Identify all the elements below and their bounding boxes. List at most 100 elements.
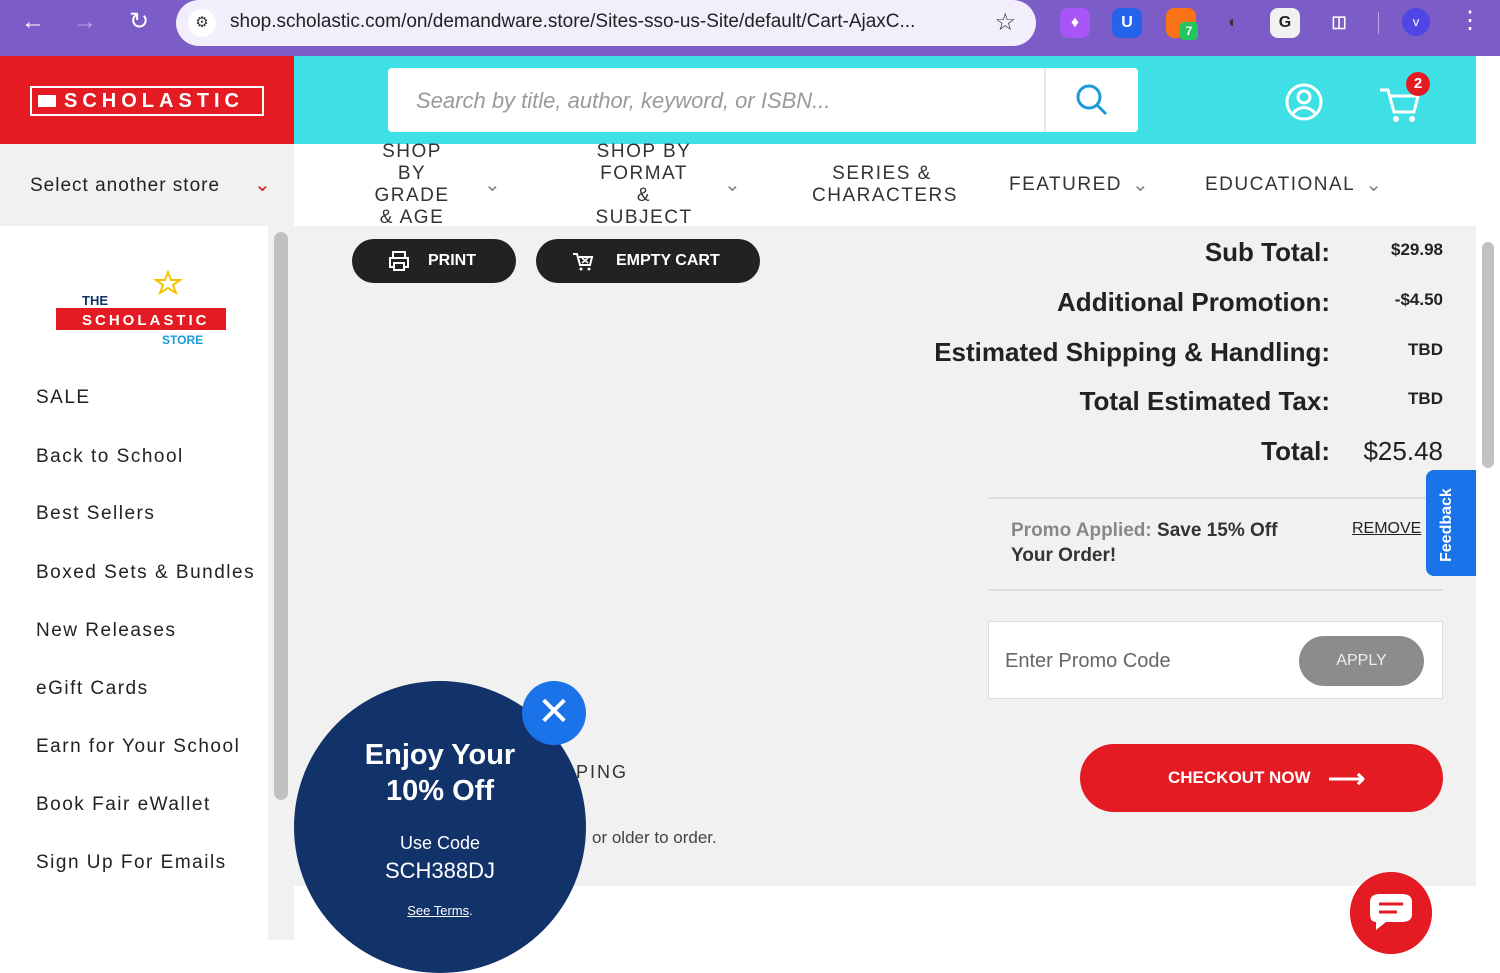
chevron-down-icon: ⌄ [1131,174,1151,196]
search-input[interactable]: Search by title, author, keyword, or ISB… [416,88,831,114]
checkout-label: CHECKOUT NOW [1168,768,1311,787]
extension-icon[interactable]: 7 [1166,8,1198,40]
feedback-label: Feedback [1438,488,1455,562]
sidebar-item-sale[interactable]: SALE [36,387,91,409]
see-terms-link[interactable]: See Terms [407,903,469,918]
subtotal-label: Sub Total: [1204,237,1330,267]
extension-badge: 7 [1180,22,1198,40]
nav-educational[interactable]: EDUCATIONAL ⌄ [1205,144,1395,226]
remove-promo-link[interactable]: REMOVE [1352,520,1421,538]
nav-label: SHOP BY GRADE & AGE [374,141,450,228]
chat-icon[interactable] [1350,872,1432,954]
chevron-down-icon: ⌄ [254,174,271,196]
sidebar-item-book-fair-ewallet[interactable]: Book Fair eWallet [36,794,211,816]
nav-label: EDUCATIONAL [1205,174,1356,195]
shield-extension-icon[interactable]: U [1112,8,1142,38]
back-arrow-icon[interactable]: ← [16,8,50,36]
grammarly-extension-icon[interactable]: G [1270,8,1300,38]
store-logo-scholastic: SCHOLASTIC [82,312,210,329]
popup-promo-code: SCH388DJ [384,858,496,883]
promo-applied-message: Promo Applied: Save 15% Off Your Order! [1011,518,1311,568]
promo-applied-label: Promo Applied: [1011,520,1152,541]
chevron-down-icon: ⌄ [484,174,503,196]
toolbar-separator [1378,12,1379,34]
nav-label: FEATURED [1009,174,1122,195]
popup-terms: See Terms. [407,903,473,918]
checkout-now-button[interactable]: CHECKOUT NOW ⟶ [1080,744,1443,812]
chevron-down-icon: ⌄ [1365,174,1384,196]
store-selector[interactable]: Select another store ⌄ [0,144,294,226]
browser-toolbar: ← → ↻ ⚙ shop.scholastic.com/on/demandwar… [0,0,1500,56]
extension-icon[interactable]: ♦ [1060,8,1090,38]
site-info-icon[interactable]: ⚙ [188,9,216,37]
empty-cart-icon [573,253,594,271]
promo-code-field[interactable]: Enter Promo Code APPLY [988,621,1443,699]
address-bar[interactable]: ⚙ shop.scholastic.com/on/demandware.stor… [176,0,1036,46]
browser-menu-icon[interactable]: ⋮ [1458,6,1482,35]
print-button[interactable]: PRINT [352,239,516,283]
page-scrollbar-thumb[interactable] [1482,242,1494,468]
forward-arrow-icon[interactable]: → [68,8,102,36]
url-text[interactable]: shop.scholastic.com/on/demandware.store/… [230,11,970,33]
sidebar-scrollbar-thumb[interactable] [274,232,288,800]
promotion-value: -$4.50 [1394,290,1443,309]
tax-value: TBD [1408,389,1443,408]
sidebar-item-back-to-school[interactable]: Back to School [36,446,184,468]
sidebar-item-earn-for-school[interactable]: Earn for Your School [36,736,240,758]
main-nav: SHOP BY GRADE & AGE ⌄ SHOP BY FORMAT & S… [294,141,1476,228]
arrow-right-icon: ⟶ [1328,763,1366,793]
total-value: $25.48 [1363,436,1443,466]
empty-cart-label: EMPTY CART [616,252,720,269]
reload-icon[interactable]: ↻ [122,8,156,36]
nav-shop-by-grade[interactable]: SHOP BY GRADE & AGE ⌄ [366,141,516,228]
sidebar-item-boxed-sets[interactable]: Boxed Sets & Bundles [36,562,255,584]
scholastic-logo-area[interactable]: SCHOLASTIC [0,56,294,144]
bookmark-star-icon[interactable]: ☆ [994,8,1016,37]
age-notice-fragment: or older to order. [592,828,717,847]
nav-series-characters[interactable]: SERIES & CHARACTERS [812,144,958,226]
search-icon[interactable] [1074,82,1110,118]
search-divider [1044,68,1046,132]
cart-count-badge: 2 [1406,72,1430,96]
nav-label: SERIES & CHARACTERS [812,163,958,206]
promo-code-input[interactable]: Enter Promo Code [1005,650,1171,673]
chevron-down-icon: ⌄ [724,174,743,196]
printer-icon [389,251,409,271]
popup-use-code-label: Use Code [399,833,481,853]
sidebar-item-new-releases[interactable]: New Releases [36,620,177,642]
nav-shop-by-format[interactable]: SHOP BY FORMAT & SUBJECT ⌄ [590,141,760,228]
close-icon[interactable]: ✕ [522,681,586,745]
shipping-label: Estimated Shipping & Handling: [934,337,1330,367]
divider [988,589,1443,591]
scholastic-logo[interactable]: SCHOLASTIC [30,86,264,116]
total-label: Total: [1261,436,1330,466]
apply-promo-button[interactable]: APPLY [1299,636,1424,686]
header-bar: Search by title, author, keyword, or ISB… [294,56,1476,144]
subtotal-value: $29.98 [1391,240,1443,259]
nav-label: SHOP BY FORMAT & SUBJECT [595,141,693,228]
popup-headline-line2: 10% Off [386,775,494,807]
tax-label: Total Estimated Tax: [1079,386,1330,416]
print-label: PRINT [428,252,476,269]
sidebar-item-best-sellers[interactable]: Best Sellers [36,503,155,525]
nav-featured[interactable]: FEATURED ⌄ [1009,144,1159,226]
sidebar-item-egift-cards[interactable]: eGift Cards [36,678,149,700]
sidebar-item-sign-up-emails[interactable]: Sign Up For Emails [36,852,227,874]
scholastic-store-logo[interactable]: THE SCHOLASTIC STORE [56,270,228,350]
promotion-label: Additional Promotion: [1057,287,1330,317]
book-logo-icon [38,95,56,107]
profile-avatar[interactable]: v [1402,8,1430,36]
empty-cart-button[interactable]: EMPTY CART [536,239,760,283]
timer-extension-icon[interactable]: ◐ [1218,8,1248,38]
divider [988,497,1443,499]
store-selector-label: Select another store [30,175,221,196]
logo-text: SCHOLASTIC [64,90,244,112]
account-icon[interactable] [1284,82,1324,122]
feedback-tab[interactable]: Feedback [1426,470,1476,576]
puzzle-extensions-icon[interactable]: ◫ [1324,8,1354,38]
store-logo-the: THE [82,293,108,308]
store-logo-store: STORE [162,333,203,347]
shipping-value: TBD [1408,340,1443,359]
search-box[interactable]: Search by title, author, keyword, or ISB… [388,68,1138,132]
sidebar: THE SCHOLASTIC STORE SALE Back to School… [0,226,268,940]
